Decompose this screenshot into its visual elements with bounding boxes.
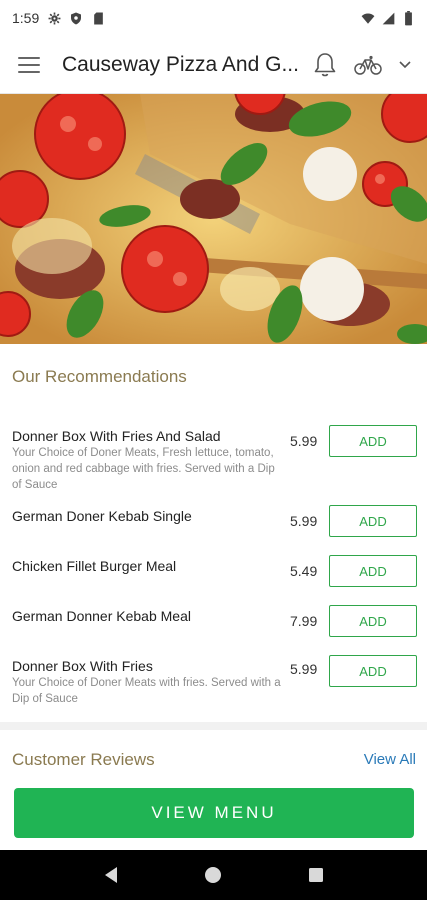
item-price: 5.99 (290, 661, 318, 677)
chevron-down-icon[interactable] (397, 51, 413, 79)
bell-icon[interactable] (311, 51, 339, 79)
status-bar: 1:59 (0, 0, 427, 36)
add-button[interactable]: ADD (329, 555, 417, 587)
menu-icon[interactable] (18, 52, 44, 78)
add-button[interactable]: ADD (329, 425, 417, 457)
item-name: Chicken Fillet Burger Meal (12, 558, 177, 574)
recommendations-title: Our Recommendations (12, 367, 187, 386)
add-button[interactable]: ADD (329, 505, 417, 537)
item-name: German Doner Kebab Single (12, 508, 192, 524)
wifi-icon (361, 11, 375, 25)
item-price: 5.49 (290, 563, 318, 579)
settings-icon (47, 11, 61, 25)
add-button[interactable]: ADD (329, 605, 417, 637)
battery-icon (401, 10, 415, 25)
hero-pizza-image (0, 94, 427, 344)
view-menu-button[interactable]: VIEW MENU (14, 788, 414, 838)
system-nav-bar (0, 850, 427, 900)
restaurant-title: Causeway Pizza And G... (62, 52, 299, 76)
home-icon[interactable] (198, 860, 228, 890)
app-bar: Causeway Pizza And G... (0, 36, 427, 94)
sd-card-icon (91, 11, 105, 25)
status-time: 1:59 (12, 10, 40, 26)
item-name: German Donner Kebab Meal (12, 608, 191, 624)
item-description: Your Choice of Doner Meats with fries. S… (12, 677, 281, 705)
back-icon[interactable] (96, 860, 126, 890)
item-description: Your Choice of Doner Meats, Fresh lettuc… (12, 447, 275, 491)
view-all-link[interactable]: View All (364, 751, 416, 768)
signal-icon (381, 11, 395, 25)
section-divider (0, 722, 427, 730)
shield-icon (69, 11, 83, 25)
item-price: 5.99 (290, 513, 318, 529)
item-name: Donner Box With Fries And Salad (12, 428, 221, 444)
item-price: 5.99 (290, 433, 318, 449)
bicycle-icon[interactable] (353, 51, 383, 79)
item-name: Donner Box With Fries (12, 658, 153, 674)
reviews-title: Customer Reviews (12, 750, 155, 769)
item-price: 7.99 (290, 613, 318, 629)
add-button[interactable]: ADD (329, 655, 417, 687)
recents-icon[interactable] (301, 860, 331, 890)
